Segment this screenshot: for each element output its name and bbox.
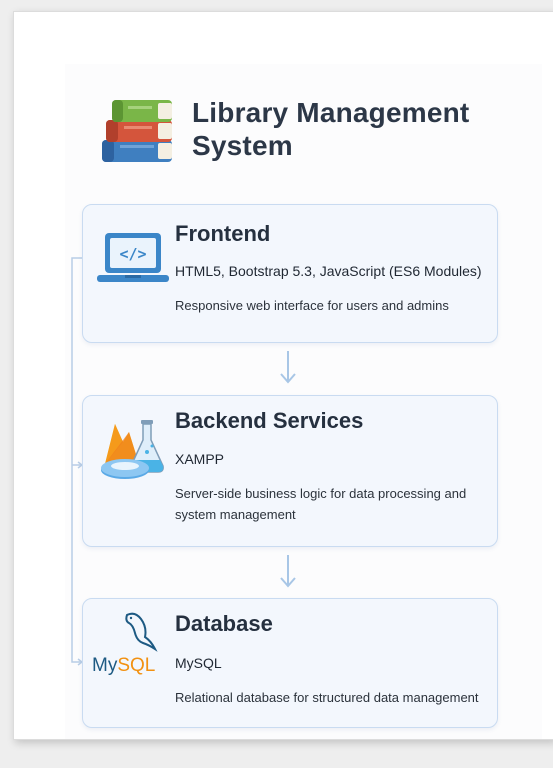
- frontend-title: Frontend: [175, 221, 271, 246]
- frontend-description: Responsive web interface for users and a…: [175, 298, 449, 313]
- svg-text:</>: </>: [119, 245, 146, 263]
- database-description: Relational database for structured data …: [175, 690, 479, 705]
- mysql-logo-text: MySQL: [92, 655, 156, 676]
- database-tech: MySQL: [175, 655, 222, 671]
- database-title: Database: [175, 611, 273, 636]
- firebase-flask-icon: [101, 420, 164, 479]
- title-line-2: System: [192, 130, 293, 161]
- backend-title: Backend Services: [175, 408, 364, 433]
- diagram-header: Library Management System: [100, 96, 500, 170]
- arrow-down-icon: [280, 555, 296, 588]
- backend-card: Backend Services XAMPP Server-side busin…: [82, 395, 498, 547]
- mysql-logo-icon: MySQL: [92, 609, 175, 685]
- books-stack-icon: [102, 100, 172, 162]
- backend-tech: XAMPP: [175, 451, 225, 467]
- dolphin-icon: [125, 612, 158, 652]
- backend-description: Server-side business logic for data proc…: [175, 486, 467, 522]
- arrow-down-icon: [280, 351, 296, 384]
- diagram-title: Library Management System: [192, 96, 492, 162]
- laptop-code-icon: </>: [97, 233, 169, 282]
- frontend-card: </> Frontend HTML5, Bootstrap 5.3, JavaS…: [82, 204, 498, 343]
- title-line-1: Library Management: [192, 97, 470, 128]
- database-card: MySQL Database MySQL Relational database…: [82, 598, 498, 728]
- frontend-tech: HTML5, Bootstrap 5.3, JavaScript (ES6 Mo…: [175, 263, 482, 279]
